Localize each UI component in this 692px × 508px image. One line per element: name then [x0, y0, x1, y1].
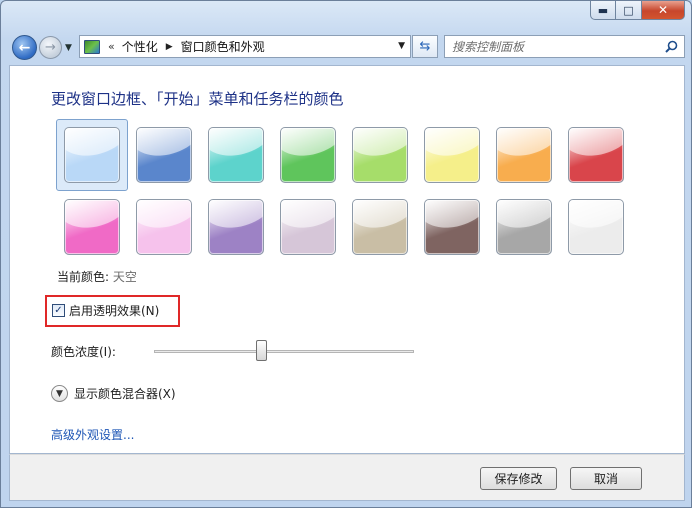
color-swatch-lime[interactable]: [344, 119, 416, 191]
close-button[interactable]: ✕: [642, 1, 685, 20]
cancel-button[interactable]: 取消: [570, 467, 642, 490]
address-bar[interactable]: « 个性化 ▶ 窗口颜色和外观 ▼: [79, 35, 411, 58]
advanced-appearance-link[interactable]: 高级外观设置...: [51, 426, 134, 443]
color-swatch-sea[interactable]: [200, 119, 272, 191]
intensity-slider-track[interactable]: [154, 350, 414, 353]
color-swatch-lavender[interactable]: [272, 191, 344, 263]
swatch-fill: [208, 127, 264, 183]
color-swatch-lightning[interactable]: [416, 119, 488, 191]
swatch-fill: [568, 199, 624, 255]
current-color: 当前颜色: 天空: [57, 268, 137, 285]
recent-pages-dropdown-icon[interactable]: ▼: [65, 43, 72, 53]
swatch-fill: [424, 199, 480, 255]
color-swatch-twilight[interactable]: [128, 119, 200, 191]
swatch-fill: [352, 127, 408, 183]
breadcrumb-window-color[interactable]: 窗口颜色和外观: [181, 38, 265, 55]
window-frame: ▬ □ ✕ ← → ▼ « 个性化 ▶ 窗口颜色和外观 ▼ ⇆ 更改窗口边框、「…: [0, 0, 692, 508]
address-dropdown-icon[interactable]: ▼: [398, 41, 405, 51]
save-button[interactable]: 保存修改: [480, 467, 557, 490]
color-swatch-taupe[interactable]: [344, 191, 416, 263]
color-swatch-ruby[interactable]: [560, 119, 632, 191]
swatch-fill: [280, 127, 336, 183]
footer-bar: 保存修改 取消: [9, 454, 685, 501]
breadcrumb-chevron-icon[interactable]: ▶: [166, 42, 173, 52]
minimize-button[interactable]: ▬: [590, 1, 616, 20]
caption-buttons: ▬ □ ✕: [590, 1, 685, 20]
breadcrumb-personalization[interactable]: 个性化: [122, 38, 158, 55]
current-color-label: 当前颜色:: [57, 270, 110, 284]
page-title: 更改窗口边框、「开始」菜单和任务栏的颜色: [51, 90, 344, 108]
color-swatch-chocolate[interactable]: [416, 191, 488, 263]
swatch-fill: [496, 127, 552, 183]
transparency-checkbox[interactable]: ✓: [52, 304, 65, 317]
color-swatch-pumpkin[interactable]: [488, 119, 560, 191]
swatch-fill: [424, 127, 480, 183]
refresh-icon: ⇆: [419, 39, 431, 54]
swatch-fill: [64, 127, 120, 183]
color-swatch-violet[interactable]: [200, 191, 272, 263]
color-swatch-fuchsia[interactable]: [56, 191, 128, 263]
chevron-down-icon[interactable]: ▼: [51, 385, 68, 402]
forward-arrow-icon[interactable]: →: [39, 36, 62, 59]
search-icon[interactable]: [665, 40, 678, 53]
refresh-button[interactable]: ⇆: [412, 35, 438, 58]
swatch-fill: [280, 199, 336, 255]
search-input[interactable]: [452, 39, 652, 54]
swatch-fill: [352, 199, 408, 255]
swatch-fill: [568, 127, 624, 183]
color-swatch-frost[interactable]: [560, 191, 632, 263]
search-box[interactable]: [444, 35, 685, 58]
swatch-fill: [136, 199, 192, 255]
transparency-label[interactable]: 启用透明效果(N): [69, 302, 159, 319]
swatch-fill: [64, 199, 120, 255]
color-swatch-sky[interactable]: [56, 119, 128, 191]
control-panel-icon: [84, 39, 100, 54]
intensity-slider-thumb[interactable]: [255, 340, 267, 361]
swatch-fill: [208, 199, 264, 255]
color-swatch-blush[interactable]: [128, 191, 200, 263]
swatch-fill: [496, 199, 552, 255]
intensity-label: 颜色浓度(I):: [51, 345, 116, 359]
current-color-value: 天空: [112, 270, 137, 284]
color-swatch-slate[interactable]: [488, 191, 560, 263]
breadcrumb-overflow[interactable]: «: [108, 40, 115, 53]
swatch-fill: [136, 127, 192, 183]
maximize-button[interactable]: □: [616, 1, 642, 20]
color-mixer-toggle[interactable]: ▼ 显示颜色混合器(X): [51, 385, 176, 402]
transparency-option[interactable]: ✓ 启用透明效果(N): [52, 302, 159, 319]
main-content: 更改窗口边框、「开始」菜单和任务栏的颜色 当前颜色: 天空 ✓ 启用透明效果(N…: [9, 65, 685, 454]
color-mixer-label[interactable]: 显示颜色混合器(X): [74, 385, 176, 402]
color-swatch-leaf[interactable]: [272, 119, 344, 191]
back-arrow-icon[interactable]: ←: [12, 35, 37, 60]
